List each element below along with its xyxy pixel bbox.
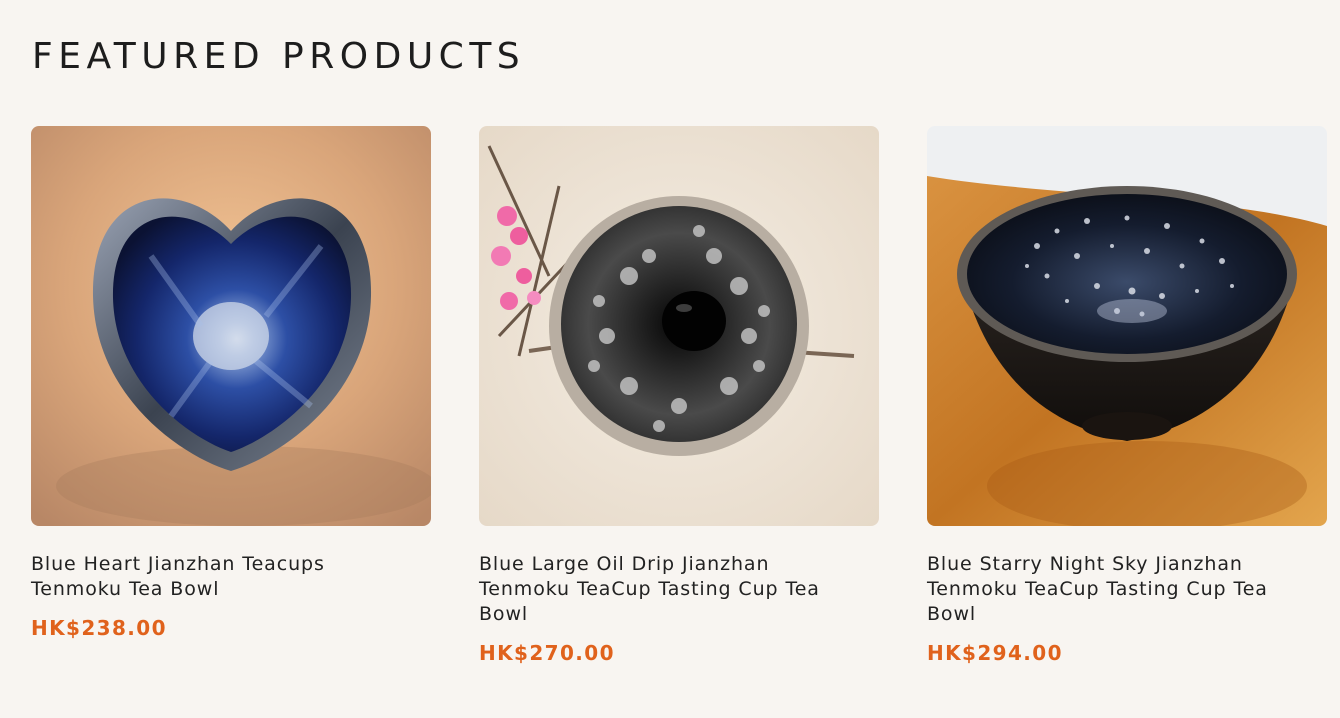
heart-bowl-image <box>31 126 431 526</box>
product-name[interactable]: Blue Starry Night Sky Jianzhan Tenmoku T… <box>927 552 1307 627</box>
featured-products-page: FEATURED PRODUCTS Blue Heart Jianzhan Te… <box>0 0 1340 718</box>
product-price: HK$238.00 <box>31 616 167 640</box>
product-image-starry-bowl[interactable] <box>927 126 1327 526</box>
product-name[interactable]: Blue Heart Jianzhan Teacups Tenmoku Tea … <box>31 552 411 602</box>
product-card[interactable]: Blue Starry Night Sky Jianzhan Tenmoku T… <box>927 126 1327 665</box>
product-grid: Blue Heart Jianzhan Teacups Tenmoku Tea … <box>31 126 1327 665</box>
product-image-oil-drip-bowl[interactable] <box>479 126 879 526</box>
product-price: HK$294.00 <box>927 641 1063 665</box>
section-title: FEATURED PRODUCTS <box>32 36 526 77</box>
product-price: HK$270.00 <box>479 641 615 665</box>
product-name[interactable]: Blue Large Oil Drip Jianzhan Tenmoku Tea… <box>479 552 859 627</box>
product-card[interactable]: Blue Heart Jianzhan Teacups Tenmoku Tea … <box>31 126 431 665</box>
product-card[interactable]: Blue Large Oil Drip Jianzhan Tenmoku Tea… <box>479 126 879 665</box>
starry-bowl-image <box>927 126 1327 526</box>
oil-drip-bowl-image <box>479 126 879 526</box>
product-image-heart-bowl[interactable] <box>31 126 431 526</box>
